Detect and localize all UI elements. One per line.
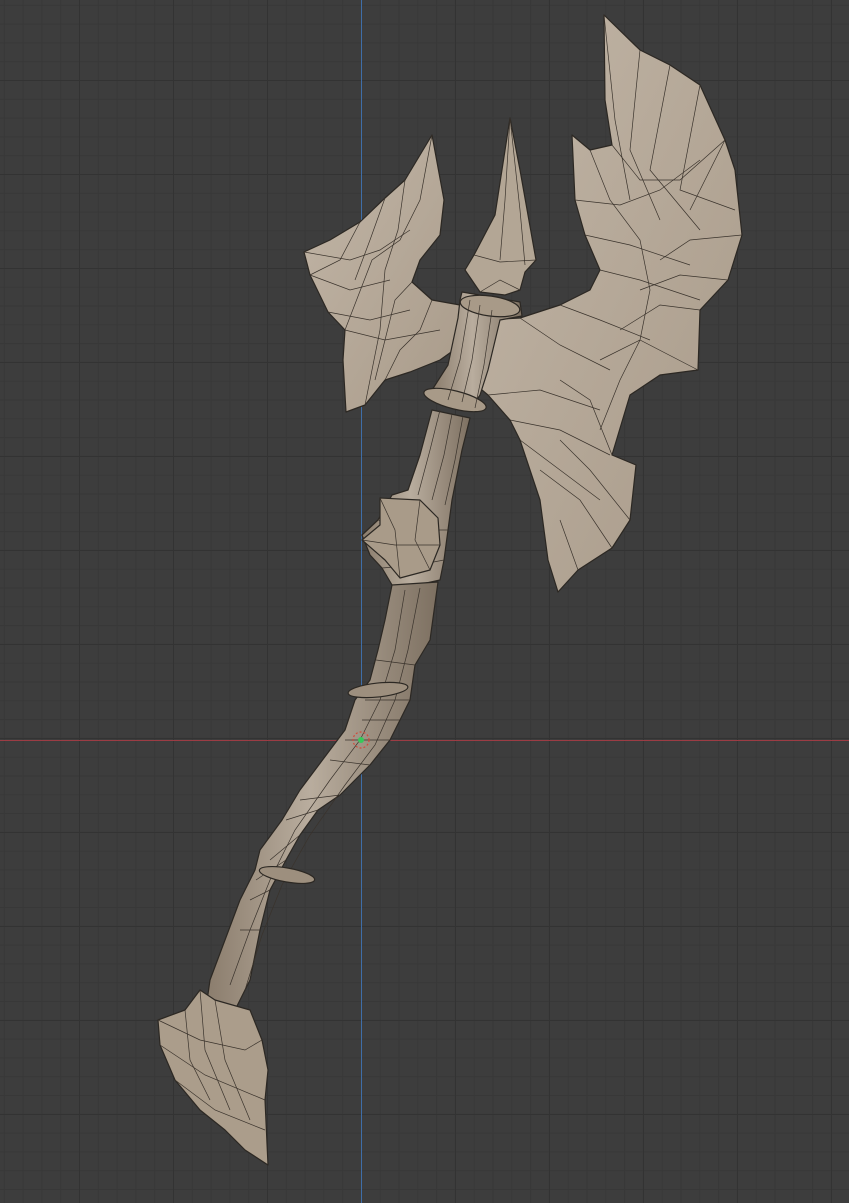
viewport-grid[interactable]: [0, 0, 849, 1203]
axe-mesh[interactable]: [0, 0, 849, 1203]
shaft-joint[interactable]: [361, 497, 441, 579]
lower-handle[interactable]: [204, 581, 439, 1016]
top-spike[interactable]: [464, 117, 537, 296]
left-blade[interactable]: [303, 134, 469, 413]
pommel[interactable]: [157, 989, 269, 1166]
object-origin-icon[interactable]: [351, 730, 371, 750]
